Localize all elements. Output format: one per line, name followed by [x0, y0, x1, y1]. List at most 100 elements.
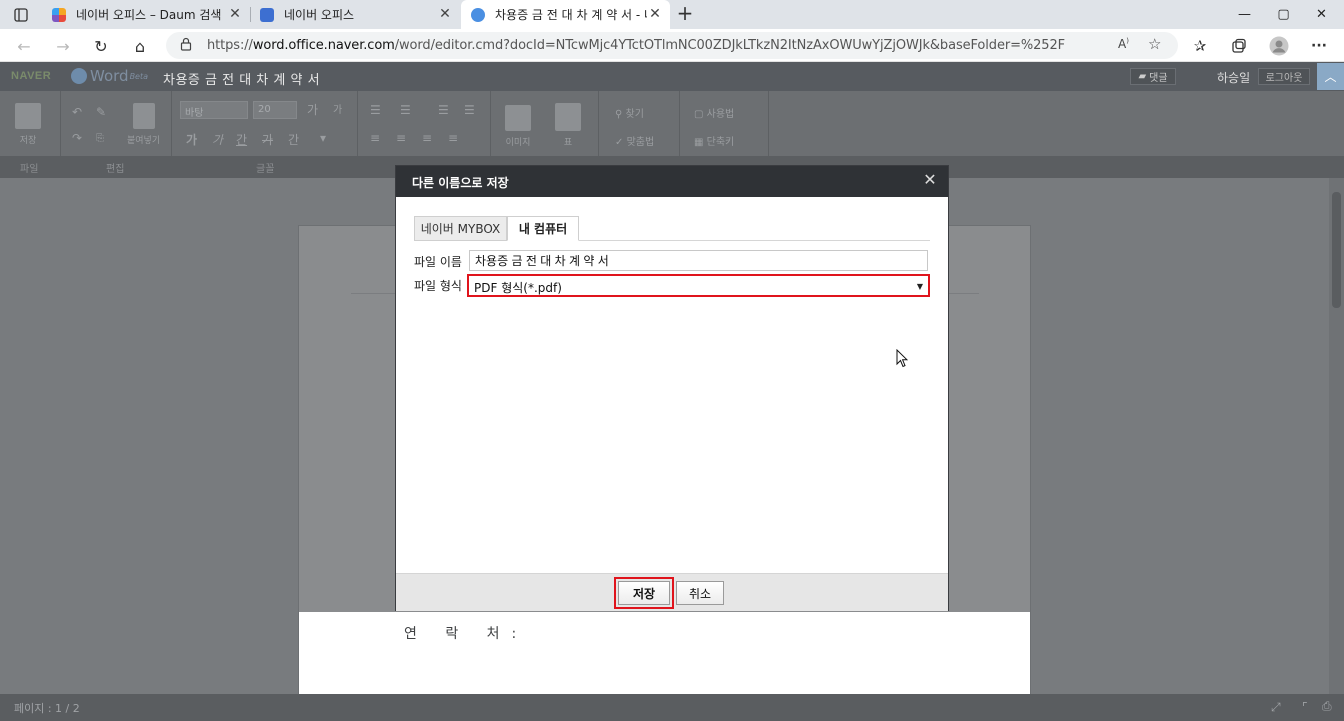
- font-shrink-icon[interactable]: 가: [333, 101, 342, 116]
- outdent-icon[interactable]: ☰: [438, 103, 449, 117]
- ribbon-group-user: ▢ 사용법 ▦ 단축키: [680, 91, 769, 156]
- ribbon-group-font: 바탕 20 가 가 가 가 간 가 간 ▾: [172, 91, 358, 156]
- dropdown-arrow-icon[interactable]: ▼: [917, 282, 923, 291]
- italic-icon[interactable]: 가: [212, 131, 223, 148]
- collapse-ribbon-icon[interactable]: ︿: [1317, 63, 1344, 90]
- insert-image-button[interactable]: 이미지: [505, 105, 531, 148]
- highlight-icon[interactable]: ▾: [320, 131, 326, 145]
- ribbon-group-tools: ⚲ 찾기 ✓ 맞춤법: [599, 91, 680, 156]
- close-tab-icon[interactable]: ✕: [648, 6, 662, 22]
- browser-tab-document[interactable]: 차용증 금 전 대 차 계 약 서 - 네이 ✕: [461, 0, 670, 29]
- add-favorite-icon[interactable]: ☆: [1148, 35, 1161, 53]
- settings-more-icon[interactable]: ···: [1308, 35, 1330, 57]
- spellcheck-button[interactable]: ✓ 맞춤법: [615, 133, 654, 148]
- logout-button[interactable]: 로그아웃: [1258, 68, 1310, 85]
- save-button[interactable]: 저장: [618, 581, 670, 605]
- comment-label: 댓글: [1149, 73, 1168, 84]
- tab-title: 차용증 금 전 대 차 계 약 서 - 네이: [495, 8, 647, 22]
- ribbon-group-label[interactable]: 파일: [20, 160, 38, 175]
- favorites-icon[interactable]: ✰: [1189, 35, 1211, 57]
- bold-icon[interactable]: 가: [186, 131, 197, 148]
- vertical-scrollbar[interactable]: [1329, 178, 1344, 694]
- strike-icon[interactable]: 가: [262, 131, 273, 148]
- read-aloud-icon[interactable]: A): [1118, 37, 1129, 51]
- ribbon-group-file: 저장: [0, 91, 61, 156]
- document-page-visible-area[interactable]: 연 락 처:: [298, 612, 1031, 694]
- naver-word-favicon-icon: [471, 7, 485, 22]
- word-logo-icon: [71, 68, 87, 84]
- table-label: 표: [563, 138, 573, 148]
- collections-icon[interactable]: [1228, 35, 1250, 57]
- font-size-select[interactable]: 20: [253, 101, 297, 119]
- numbered-list-icon[interactable]: ☰: [370, 103, 381, 117]
- align-left-icon[interactable]: ≡: [370, 131, 380, 145]
- find-button[interactable]: ⚲ 찾기: [615, 105, 644, 120]
- forward-icon[interactable]: →: [52, 35, 74, 57]
- tab-naver-mybox[interactable]: 네이버 MYBOX: [414, 216, 507, 241]
- home-icon[interactable]: ⌂: [129, 35, 151, 57]
- app-header: NAVER Word Beta 차용증 금 전 대 차 계 약 서 ▰ 댓글 하승일…: [0, 62, 1344, 91]
- naver-logo[interactable]: NAVER: [11, 70, 51, 82]
- save-button-highlight: 저장: [614, 577, 674, 609]
- fullscreen-icon[interactable]: ⤢: [1271, 700, 1281, 715]
- page-indicator: 페이지 : 1 / 2: [14, 702, 80, 715]
- redo-icon[interactable]: ↷: [72, 131, 82, 145]
- find-label: 찾기: [625, 109, 644, 120]
- file-format-select[interactable]: PDF 형식(*.pdf) ▼: [467, 274, 930, 297]
- close-tab-icon[interactable]: ✕: [228, 6, 242, 22]
- insert-table-button[interactable]: 표: [555, 103, 581, 148]
- document-title[interactable]: 차용증 금 전 대 차 계 약 서: [163, 69, 320, 88]
- dialog-title: 다른 이름으로 저장: [412, 176, 509, 190]
- browser-tab-naver-office[interactable]: 네이버 오피스 ✕: [250, 0, 460, 29]
- paste-button[interactable]: 붙여넣기: [127, 103, 160, 146]
- dialog-header: 다른 이름으로 저장 ✕: [396, 166, 948, 197]
- bullet-list-icon[interactable]: ☰: [400, 103, 411, 117]
- paste-label: 붙여넣기: [127, 136, 161, 146]
- close-tab-icon[interactable]: ✕: [438, 6, 452, 22]
- ribbon-group-label[interactable]: 편집: [106, 160, 124, 175]
- align-justify-icon[interactable]: ≡: [448, 131, 458, 145]
- cancel-button[interactable]: 취소: [676, 581, 724, 605]
- underline-icon[interactable]: 간: [236, 131, 247, 148]
- daum-favicon-icon: [52, 7, 66, 22]
- align-center-icon[interactable]: ≡: [396, 131, 406, 145]
- align-right-icon[interactable]: ≡: [422, 131, 432, 145]
- tab-my-computer[interactable]: 내 컴퓨터: [507, 216, 579, 241]
- ribbon-toolbar: 저장 ↶ ✎ ↷ ⎘ 붙여넣기 바탕 20 가 가 가 가 간 가 간 ▾ ☰ …: [0, 91, 1344, 156]
- beta-badge: Beta: [129, 71, 149, 81]
- refresh-icon[interactable]: ↻: [90, 35, 112, 57]
- ribbon-group-label[interactable]: 글꼴: [256, 160, 274, 175]
- close-window-icon[interactable]: ✕: [1299, 0, 1344, 29]
- mouse-cursor-icon: [896, 348, 909, 371]
- profile-avatar-icon[interactable]: [1268, 35, 1290, 57]
- tab-title: 네이버 오피스 – Daum 검색: [76, 8, 222, 22]
- shortcut-button[interactable]: ▦ 단축키: [694, 133, 734, 148]
- table-icon: [555, 103, 581, 131]
- dialog-close-icon[interactable]: ✕: [922, 172, 938, 188]
- word-logo[interactable]: Word Beta: [71, 67, 148, 85]
- undo-icon[interactable]: ↶: [72, 105, 82, 119]
- indent-icon[interactable]: ☰: [464, 103, 475, 117]
- copy-icon[interactable]: ⎘: [96, 133, 104, 144]
- comment-button[interactable]: ▰ 댓글: [1130, 68, 1176, 85]
- lock-icon[interactable]: [180, 37, 192, 54]
- font-color-icon[interactable]: 간: [288, 131, 299, 148]
- tab-title: 네이버 오피스: [284, 8, 355, 22]
- print-icon[interactable]: ⎙: [1322, 699, 1332, 714]
- new-tab-icon[interactable]: +: [674, 3, 696, 25]
- usage-button[interactable]: ▢ 사용법: [694, 105, 734, 120]
- ribbon-save-button[interactable]: 저장: [15, 103, 41, 146]
- filename-input[interactable]: [469, 250, 928, 271]
- font-grow-icon[interactable]: 가: [307, 101, 318, 118]
- browser-tab-daum[interactable]: 네이버 오피스 – Daum 검색 ✕: [42, 0, 250, 29]
- ruler-icon[interactable]: ⌜: [1302, 700, 1308, 714]
- address-bar[interactable]: https://word.office.naver.com/word/edito…: [166, 32, 1178, 59]
- shortcut-label: 단축키: [706, 137, 735, 148]
- url-prefix: https://: [207, 38, 253, 53]
- tab-actions-icon[interactable]: [8, 5, 34, 25]
- scrollbar-thumb[interactable]: [1332, 192, 1341, 308]
- font-name-select[interactable]: 바탕: [180, 101, 248, 119]
- format-painter-icon[interactable]: ✎: [96, 105, 106, 119]
- find-icon: ⚲: [615, 109, 626, 120]
- back-icon[interactable]: ←: [13, 35, 35, 57]
